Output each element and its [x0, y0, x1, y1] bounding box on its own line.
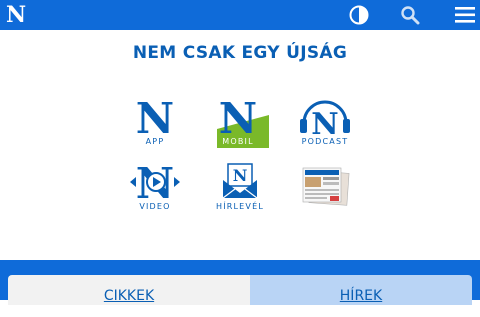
- newspaper-print-icon: [302, 167, 350, 206]
- svg-text:N: N: [136, 95, 174, 140]
- tab-hirek[interactable]: HÍREK: [250, 275, 472, 305]
- site-logo[interactable]: N: [6, 2, 26, 28]
- menu-icon[interactable]: [455, 7, 475, 27]
- svg-text:N: N: [311, 107, 338, 140]
- bottom-tab-bar: CIKKEK HÍREK: [0, 260, 480, 305]
- product-label: VIDEO: [139, 202, 171, 211]
- svg-text:N: N: [219, 95, 257, 143]
- contrast-icon[interactable]: [349, 5, 369, 25]
- product-label: HÍRLEVÉL: [215, 202, 265, 211]
- newsletter-envelope-icon: N: [222, 163, 258, 199]
- video-logo-icon: N: [130, 160, 180, 205]
- product-mobil[interactable]: N MOBIL: [205, 95, 275, 155]
- top-navigation-bar: N: [0, 0, 480, 30]
- podcast-logo-icon: N: [300, 100, 350, 140]
- product-podcast[interactable]: N PODCAST: [290, 95, 360, 155]
- product-video[interactable]: N VIDEO: [120, 160, 190, 220]
- product-newsletter[interactable]: N HÍRLEVÉL: [205, 160, 275, 220]
- search-icon[interactable]: [400, 5, 420, 25]
- product-label: APP: [145, 137, 165, 146]
- page-headline: NEM CSAK EGY ÚJSÁG: [132, 43, 348, 63]
- app-logo-icon: N: [136, 95, 174, 140]
- product-print[interactable]: [290, 160, 360, 220]
- product-app[interactable]: N APP: [120, 95, 190, 155]
- tab-cikkek[interactable]: CIKKEK: [8, 275, 250, 305]
- product-label: PODCAST: [301, 137, 349, 146]
- svg-text:N: N: [233, 166, 248, 185]
- product-label: MOBIL: [222, 137, 254, 146]
